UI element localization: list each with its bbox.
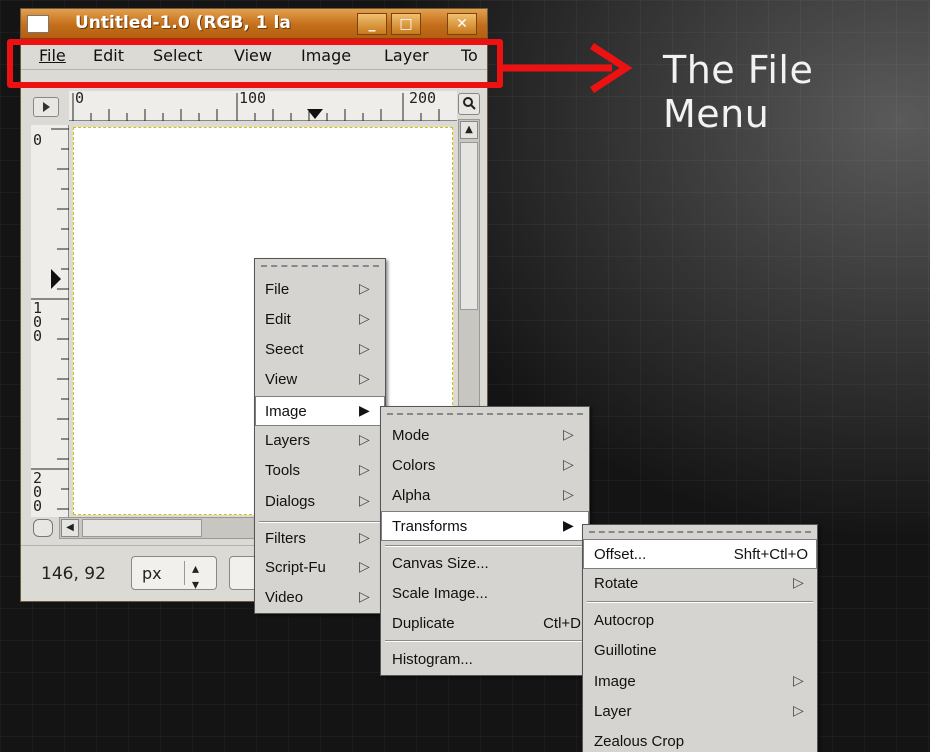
menu-item-canvas-size[interactable]: Canvas Size... [381,549,589,579]
submenu-arrow-icon: ▷ [359,280,370,296]
menu-item-rotate[interactable]: Rotate ▷ [583,569,817,599]
ruler-h-label-0: 0 [75,89,85,107]
ruler-h-label-100: 100 [239,89,267,107]
menu-item-autocrop[interactable]: Autocrop [583,606,817,636]
submenu-arrow-icon: ▷ [359,588,370,604]
menu-item-dialogs[interactable]: Dialogs ▷ [255,487,385,517]
unit-selector[interactable]: px ▴ ▾ [131,556,217,593]
submenu-arrow-icon: ▷ [359,431,370,447]
menu-item-zealous-crop[interactable]: Zealous Crop [583,727,817,752]
window-icon [27,15,49,33]
menu-separator [385,640,585,642]
minimize-button[interactable]: _ [357,13,387,35]
menu-item-view[interactable]: View ▷ [255,365,385,395]
tearoff-line [589,531,811,533]
menu-item-mode[interactable]: Mode ▷ [381,421,589,451]
submenu-arrow-icon: ▷ [359,340,370,356]
menu-item-scale-image[interactable]: Scale Image... [381,579,589,609]
submenu-arrow-icon: ▷ [793,672,804,688]
zoom-icon[interactable] [458,93,480,115]
updown-arrows-icon: ▴ ▾ [192,561,200,593]
transforms-submenu: Offset... Shft+Ctl+O Rotate ▷ Autocrop Gui… [582,524,818,752]
vertical-scroll-thumb[interactable] [460,142,478,310]
menu-item-edit[interactable]: Edit ▷ [255,305,385,335]
slide-heading: The File Menu [663,48,814,136]
menu-item-video[interactable]: Video ▷ [255,583,385,613]
menu-item-guillotine[interactable]: Guillotine [583,636,817,666]
tearoff-line [387,413,583,415]
menu-separator [587,601,813,603]
close-button[interactable]: ✕ [447,13,477,35]
menu-item-layers[interactable]: Layers ▷ [255,426,385,456]
menu-item-alpha[interactable]: Alpha ▷ [381,481,589,511]
shortcut-label: Shft+Ctl+O [733,546,808,563]
ruler-v-label-100: 1 0 0 [33,299,43,345]
unit-separator [184,561,185,585]
submenu-arrow-icon: ▷ [359,370,370,386]
submenu-arrow-icon: ▷ [359,492,370,508]
unit-value: px [142,564,162,583]
menubar-highlight-box [7,39,503,88]
menu-item-filters[interactable]: Filters ▷ [255,524,385,554]
ruler-h-label-200: 200 [409,89,437,107]
scroll-up-arrow-icon[interactable]: ▲ [460,121,478,139]
menu-item-histogram[interactable]: Histogram... [381,645,589,675]
menu-item-layer-transform[interactable]: Layer ▷ [583,697,817,727]
submenu-arrow-icon: ▷ [359,558,370,574]
horizontal-scroll-thumb[interactable] [82,519,202,537]
submenu-arrow-icon: ▷ [793,574,804,590]
submenu-arrow-icon: ▷ [793,702,804,718]
menu-item-image[interactable]: Image ▶ [255,396,385,426]
submenu-arrow-icon: ▷ [563,456,574,472]
menu-item-duplicate[interactable]: Duplicate Ctl+D [381,609,589,639]
menu-item-select[interactable]: Seect ▷ [255,335,385,365]
vertical-ruler: 0 1 0 0 2 0 0 [31,125,69,517]
menu-item-image-transform[interactable]: Image ▷ [583,667,817,697]
menu-separator [385,545,585,547]
maximize-button[interactable]: □ [391,13,421,35]
submenu-arrow-icon: ▷ [563,486,574,502]
ruler-v-label-0: 0 [33,131,43,149]
menu-separator [259,521,381,523]
menu-item-tools[interactable]: Tools ▷ [255,456,385,486]
scroll-left-arrow-icon[interactable]: ◀ [61,519,79,537]
navigate-button[interactable] [33,519,53,537]
menu-item-colors[interactable]: Colors ▷ [381,451,589,481]
horizontal-ruler: 0 100 200 [69,89,457,121]
window-title: Untitled-1.0 (RGB, 1 la [75,13,291,33]
menu-item-file[interactable]: File ▷ [255,275,385,305]
submenu-arrow-icon: ▶ [359,402,370,418]
submenu-arrow-icon: ▷ [563,426,574,442]
image-submenu: Mode ▷ Colors ▷ Alpha ▷ Transforms ▶ Canvas … [380,406,590,676]
pointer-arrow-icon [500,43,633,93]
ruler-v-label-200: 2 0 0 [33,469,43,515]
menu-item-transforms[interactable]: Transforms ▶ [381,511,589,541]
menu-item-offset[interactable]: Offset... Shft+Ctl+O [583,539,817,569]
title-bar[interactable]: Untitled-1.0 (RGB, 1 la _ □ ✕ [21,9,487,39]
submenu-arrow-icon: ▷ [359,529,370,545]
shortcut-label: Ctl+D [543,615,581,632]
submenu-arrow-icon: ▷ [359,461,370,477]
tearoff-line [261,265,379,267]
menu-item-script-fu[interactable]: Script-Fu ▷ [255,553,385,583]
submenu-arrow-icon: ▶ [563,517,574,533]
pointer-coordinates: 146, 92 [41,564,106,584]
context-menu: File ▷ Edit ▷ Seect ▷ View ▷ Image ▶ Layers ▷ … [254,258,386,614]
submenu-arrow-icon: ▷ [359,310,370,326]
quick-mask-button[interactable] [33,97,59,117]
